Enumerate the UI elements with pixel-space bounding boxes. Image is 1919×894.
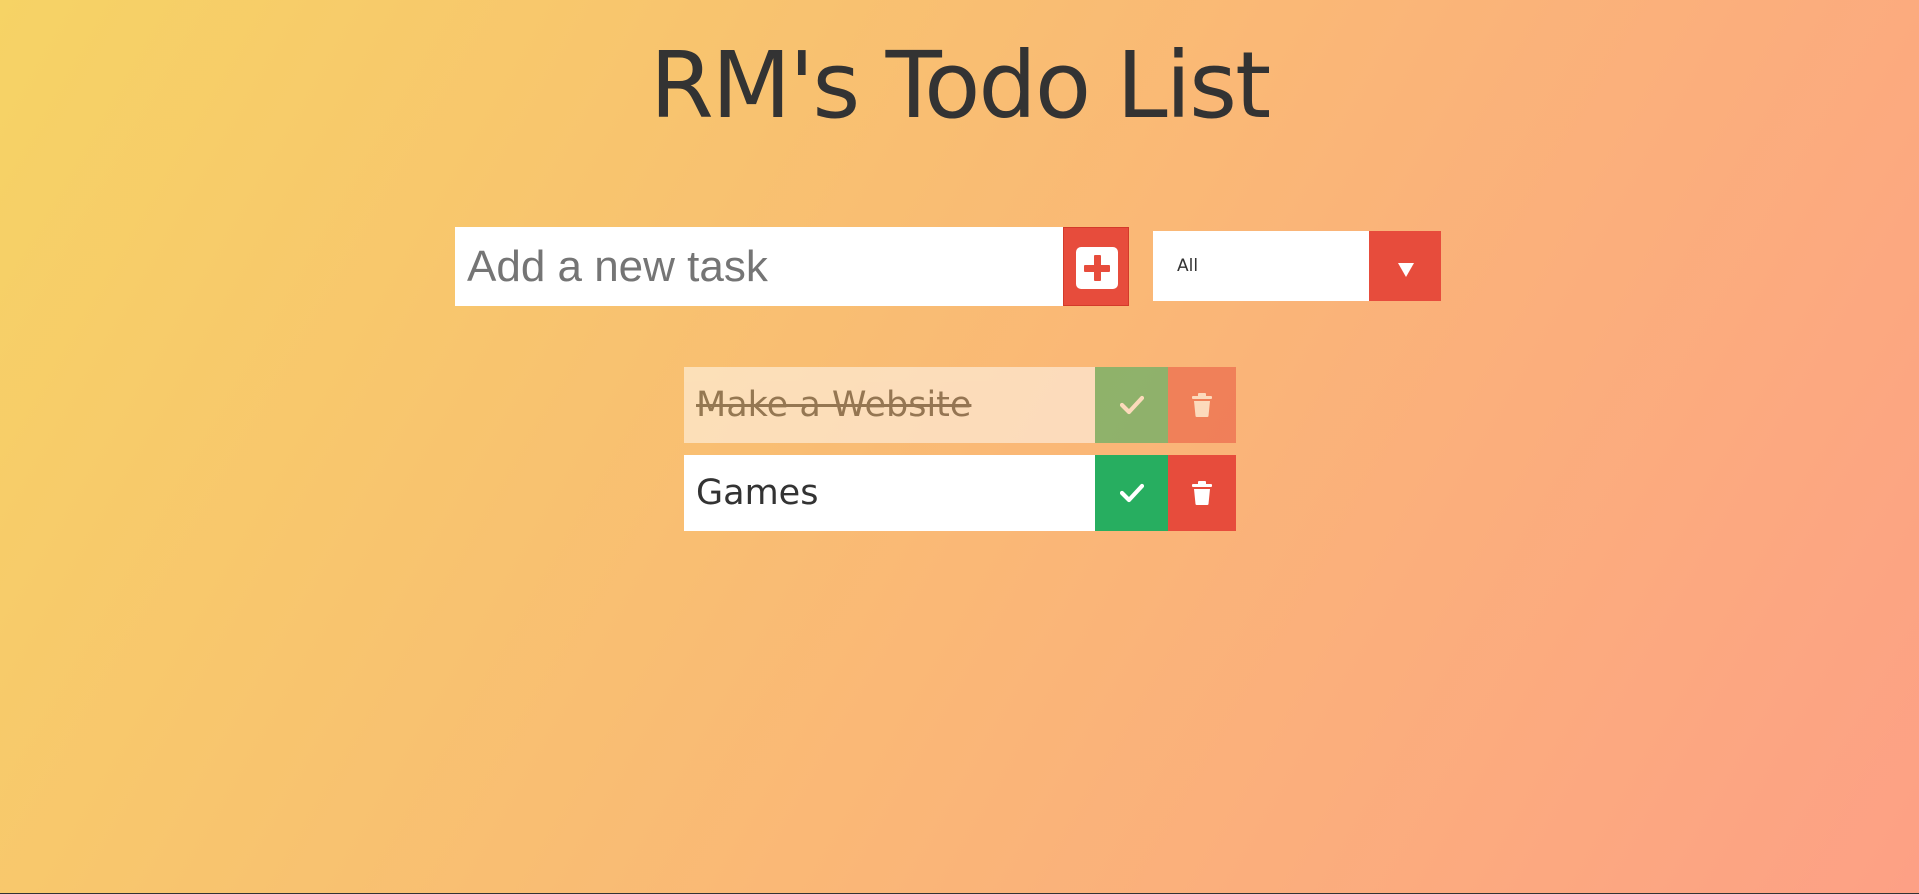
todo-list: Make a Website Games [684, 367, 1236, 543]
page-title: RM's Todo List [649, 32, 1271, 139]
complete-button[interactable] [1095, 455, 1168, 531]
filter-dropdown-button[interactable] [1369, 231, 1441, 301]
caret-down-icon [1398, 263, 1414, 277]
filter-selected-value: All [1177, 256, 1199, 276]
check-icon [1119, 395, 1144, 415]
check-icon [1119, 483, 1144, 503]
trash-icon [1192, 393, 1212, 417]
todo-form: All [455, 227, 1441, 306]
filter-select[interactable]: All [1153, 231, 1441, 301]
new-task-input[interactable] [455, 227, 1063, 306]
todo-item-text: Games [696, 473, 819, 513]
complete-button[interactable] [1095, 367, 1168, 443]
todo-item: Games [684, 455, 1236, 531]
delete-button[interactable] [1168, 455, 1236, 531]
todo-item-text: Make a Website [696, 385, 972, 425]
todo-item: Make a Website [684, 367, 1236, 443]
trash-icon [1192, 481, 1212, 505]
add-task-button[interactable] [1063, 227, 1129, 306]
plus-square-icon [1076, 247, 1118, 289]
delete-button[interactable] [1168, 367, 1236, 443]
